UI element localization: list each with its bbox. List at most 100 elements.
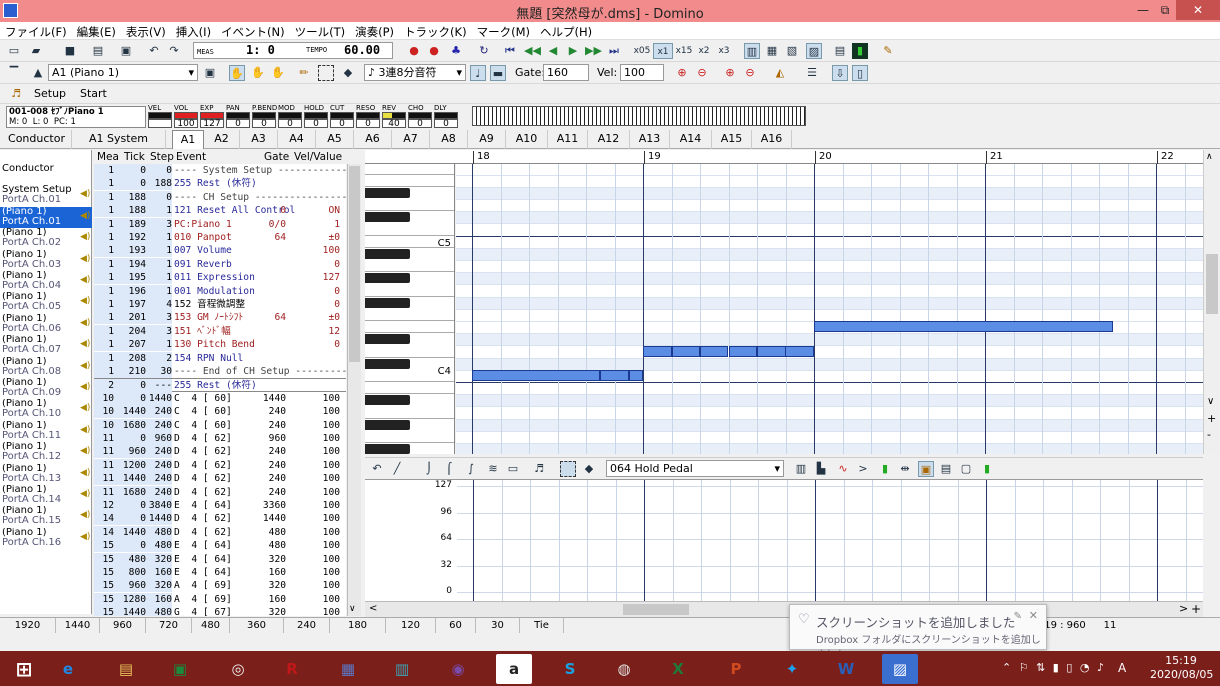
speaker-icon[interactable]: ◀)	[80, 532, 90, 544]
properties-icon[interactable]: ▣	[118, 43, 134, 59]
h-scroll-thumb[interactable]	[623, 604, 689, 615]
piano-roll-view-icon[interactable]: ▥	[744, 43, 760, 59]
speaker-icon[interactable]: ◀)	[80, 403, 90, 415]
list-icon[interactable]: ☰	[804, 65, 820, 81]
note-length-button[interactable]: 1440	[56, 618, 100, 633]
curve2-icon[interactable]: ⌠	[441, 461, 457, 477]
track-item[interactable]: (Piano 1) PortA Ch.05 ◀)	[0, 292, 92, 313]
step-graph-icon[interactable]: ▙	[813, 461, 829, 477]
speaker-icon[interactable]: ◀)	[80, 382, 90, 394]
width-icon[interactable]: ⇹	[897, 461, 913, 477]
hand-tool-icon[interactable]: ✋	[229, 65, 245, 81]
note-block[interactable]	[785, 345, 814, 357]
black-key[interactable]	[365, 358, 410, 369]
track-item[interactable]: System Setup PortA Ch.01 ◀)	[0, 185, 92, 206]
white-key[interactable]	[365, 271, 454, 273]
speed-x3-button[interactable]: x3	[714, 43, 734, 59]
event-row[interactable]: 1 210 30 ---- End of CH Setup ----------	[94, 365, 346, 378]
controller-graph[interactable]: 127 96 64 32 0	[365, 479, 1203, 602]
event-row[interactable]: 15 0 480 E 4 [ 64] 480 100	[94, 539, 346, 553]
speaker-icon[interactable]: ◀)	[80, 254, 90, 266]
event-row[interactable]: 10 1680 240 C 4 [ 60] 240 100	[94, 418, 346, 432]
modify-icon[interactable]: ♬	[531, 461, 547, 477]
dropbox-notification[interactable]: ♡ スクリーンショットを追加しました Dropbox フォルダにスクリーンショッ…	[789, 604, 1047, 661]
event-row[interactable]: 14 0 1440 D 4 [ 62] 1440 100	[94, 512, 346, 526]
ctl-eraser-icon[interactable]: ◆	[581, 461, 597, 477]
event-row[interactable]: 1 193 1 007 Volume 100	[94, 244, 346, 258]
track-up-icon[interactable]: ▔	[6, 65, 22, 81]
event-row[interactable]: 1 188 0 ---- CH Setup -----------------	[94, 190, 346, 204]
tab-a3[interactable]: A3	[240, 130, 278, 149]
zoom-out-icon[interactable]: ⊖	[694, 65, 710, 81]
track-item[interactable]: (Piano 1) PortA Ch.09 ◀)	[0, 378, 92, 399]
save-icon[interactable]: ■	[62, 43, 78, 59]
white-key[interactable]	[365, 381, 454, 382]
powerpoint-taskbar-icon[interactable]: P	[718, 654, 754, 684]
note-block[interactable]	[814, 321, 1114, 333]
meter-icon[interactable]: ▮	[979, 461, 995, 477]
tab-a9[interactable]: A9	[468, 130, 506, 149]
track-item[interactable]: Conductor	[0, 164, 92, 185]
tab-a11[interactable]: A11	[548, 130, 588, 149]
scroll-down-icon[interactable]: ∨	[1207, 396, 1214, 407]
setup-button[interactable]: Setup	[34, 87, 66, 100]
controller-type-dropdown[interactable]: 064 Hold Pedal ▾	[606, 460, 784, 477]
cam-taskbar-icon[interactable]: ◉	[440, 654, 476, 684]
piano-roll-vscroll[interactable]: ∧ ∨ + -	[1203, 150, 1220, 454]
note-length-button[interactable]: 720	[146, 618, 192, 633]
tab-a15[interactable]: A15	[712, 130, 752, 149]
event-row[interactable]: 1 189 3 PC:Piano 1 0/0 1	[94, 217, 346, 231]
speaker-icon[interactable]: ◀)	[80, 489, 90, 501]
gate-input[interactable]: 160	[543, 64, 589, 81]
freehand-icon[interactable]: ↶	[369, 461, 385, 477]
tab-a16[interactable]: A16	[752, 130, 792, 149]
tab-a2[interactable]: A2	[204, 130, 240, 149]
track-select-dropdown[interactable]: A1 (Piano 1) ▾	[48, 64, 198, 81]
excel-taskbar-icon[interactable]: X	[660, 654, 696, 684]
event-row[interactable]: 1 194 1 091 Reverb 0	[94, 257, 346, 271]
white-key[interactable]	[365, 320, 454, 321]
white-key[interactable]	[365, 234, 454, 236]
black-key[interactable]	[365, 273, 410, 284]
event-row[interactable]: 10 0 1440 C 4 [ 60] 1440 100	[94, 391, 346, 405]
rewind-icon[interactable]: ◀◀	[524, 43, 541, 59]
store-taskbar-icon[interactable]: ▣	[162, 654, 198, 684]
note-block[interactable]	[628, 370, 643, 381]
menu-play[interactable]: 演奏(P)	[350, 22, 399, 40]
track-props-icon[interactable]: ▣	[202, 65, 218, 81]
paint-taskbar-icon[interactable]: ▥	[384, 654, 420, 684]
event-row[interactable]: 1 207 1 130 Pitch Bend 0	[94, 338, 346, 352]
zoom-in-icon[interactable]: ⊕	[674, 65, 690, 81]
event-row[interactable]: 15 800 160 E 4 [ 64] 160 100	[94, 566, 346, 579]
note-length-button[interactable]: 360	[230, 618, 284, 633]
track-item[interactable]: (Piano 1) PortA Ch.03 ◀)	[0, 250, 92, 271]
track-item[interactable]: (Piano 1) PortA Ch.16 ◀)	[0, 528, 92, 549]
track-item[interactable]: (Piano 1) PortA Ch.04 ◀)	[0, 271, 92, 292]
velocity-input[interactable]: 100	[620, 64, 664, 81]
horizontal-scrollbar[interactable]: < > +	[365, 601, 1203, 617]
note-length-button[interactable]: 960	[100, 618, 146, 633]
black-key[interactable]	[365, 188, 410, 198]
link-view-icon[interactable]: ▯	[852, 65, 868, 81]
black-key[interactable]	[365, 249, 410, 259]
twitter-taskbar-icon[interactable]: ✦	[774, 654, 810, 684]
midi-in-icon[interactable]: ♣	[448, 43, 464, 59]
scroll-up-icon[interactable]: ∧	[1206, 152, 1213, 162]
event-row[interactable]: 15 1440 480 G 4 [ 67] 320 100	[94, 606, 346, 616]
box-icon[interactable]: ▤	[938, 461, 954, 477]
event-row[interactable]: 1 201 3 153 GM ﾉｰﾄｼﾌﾄ 64 ±0	[94, 311, 346, 325]
event-row[interactable]: 15 960 320 A 4 [ 69] 320 100	[94, 579, 346, 593]
record-icon[interactable]: ●	[406, 43, 422, 59]
black-key[interactable]	[365, 212, 410, 223]
word-taskbar-icon[interactable]: W	[828, 654, 864, 684]
start-button[interactable]: Start	[80, 87, 107, 100]
skype-taskbar-icon[interactable]: S	[552, 654, 588, 684]
select-rect-icon[interactable]	[318, 65, 334, 81]
wave-icon[interactable]: ∿	[835, 461, 851, 477]
close-button[interactable]: ✕	[1176, 0, 1220, 20]
tab-a5[interactable]: A5	[316, 130, 354, 149]
track-item[interactable]: (Piano 1) PortA Ch.08 ◀)	[0, 357, 92, 378]
event-row[interactable]: 14 1440 480 D 4 [ 62] 480 100	[94, 525, 346, 539]
event-row[interactable]: 1 196 1 001 Modulation 0	[94, 284, 346, 298]
settings-wrench-icon[interactable]: ✎	[880, 43, 896, 59]
